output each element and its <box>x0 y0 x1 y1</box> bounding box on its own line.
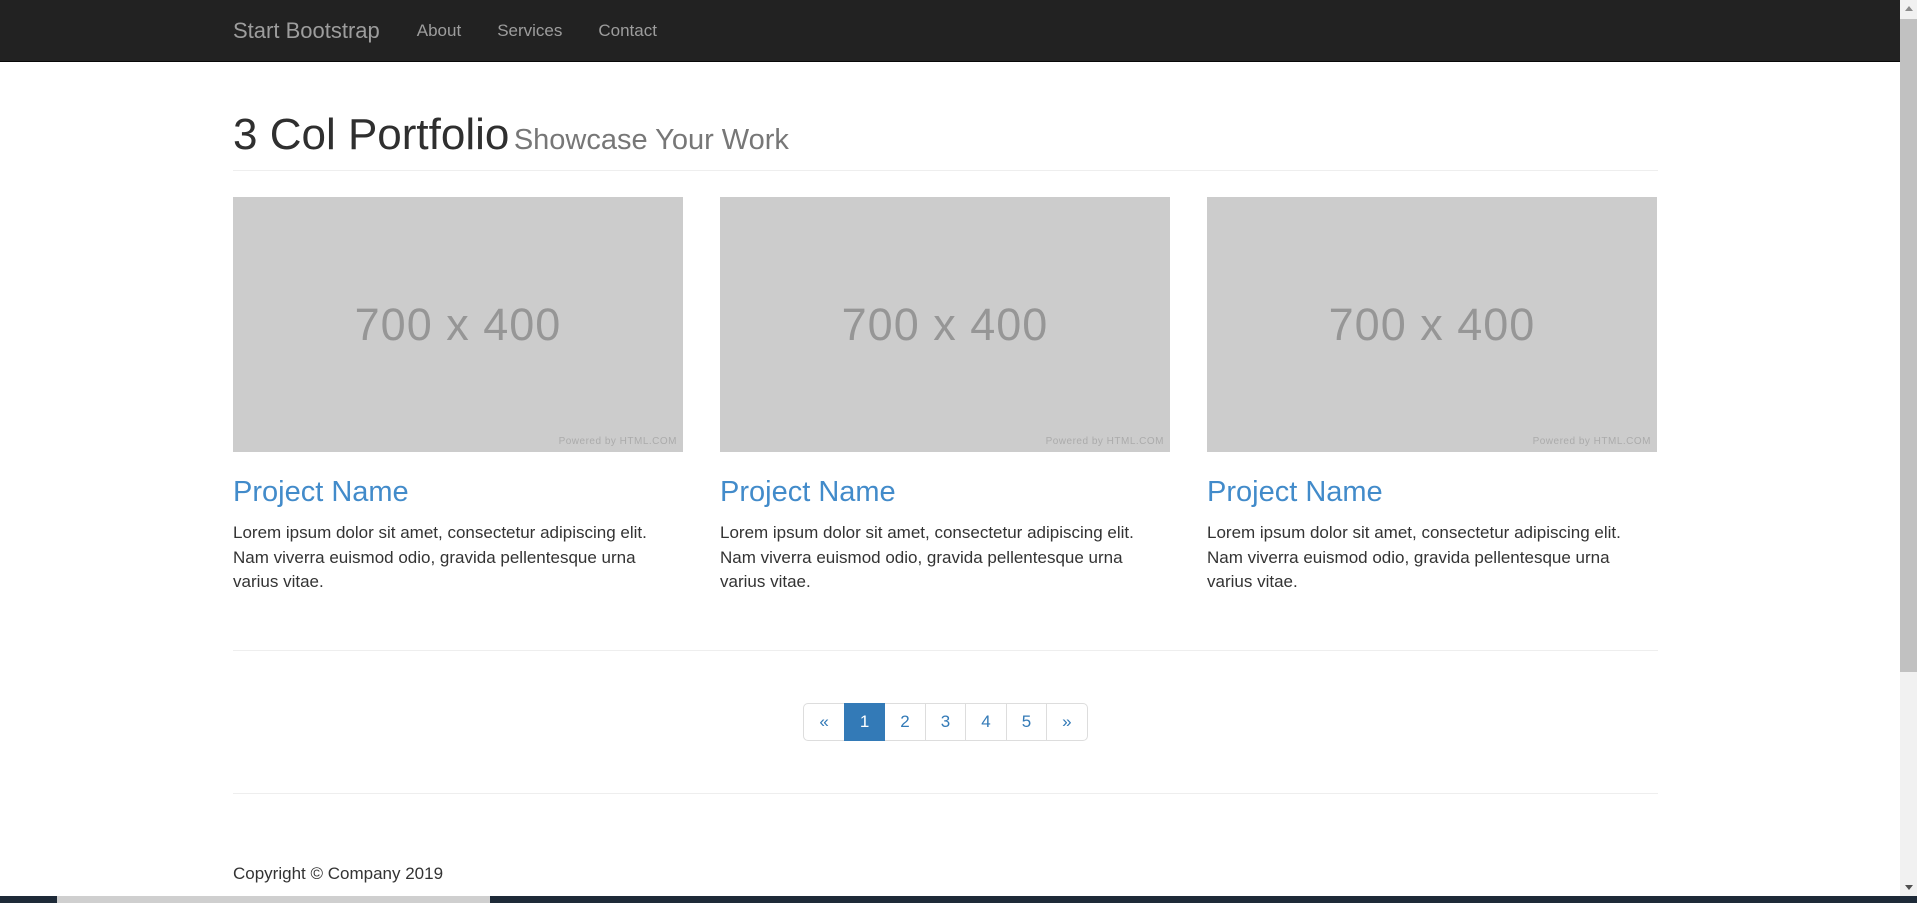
project-3-description: Lorem ipsum dolor sit amet, consectetur … <box>1207 521 1657 594</box>
page-title: 3 Col Portfolio <box>233 110 509 159</box>
pagination-page-4-button[interactable]: 4 <box>965 703 1006 741</box>
project-1-thumbnail-link[interactable]: 700 x 400 Powered by HTML.COM <box>233 197 683 452</box>
project-3-title-link[interactable]: Project Name <box>1207 476 1383 509</box>
page-footer: Copyright © Company 2019 <box>233 864 1658 884</box>
pagination-page-5-button[interactable]: 5 <box>1006 703 1047 741</box>
project-3-thumbnail-link[interactable]: 700 x 400 Powered by HTML.COM <box>1207 197 1657 452</box>
navbar-container: Start Bootstrap About Services Contact <box>233 0 675 62</box>
pagination-page-3-button[interactable]: 3 <box>925 703 966 741</box>
portfolio-card-3: 700 x 400 Powered by HTML.COM Project Na… <box>1207 197 1657 594</box>
page-subtitle: Showcase Your Work <box>514 124 789 156</box>
bottom-edge-bar-segment <box>57 896 490 903</box>
copyright-text: Copyright © Company 2019 <box>233 864 1658 884</box>
pagination-wrapper: « 1 2 3 4 5 » <box>233 703 1658 741</box>
main-container: 3 Col Portfolio Showcase Your Work 700 x… <box>233 111 1658 884</box>
portfolio-card-1: 700 x 400 Powered by HTML.COM Project Na… <box>233 197 683 594</box>
scroll-down-button[interactable] <box>1900 879 1917 896</box>
nav-link-services[interactable]: Services <box>479 0 580 62</box>
nav-link-about[interactable]: About <box>399 0 479 62</box>
project-2-thumbnail-link[interactable]: 700 x 400 Powered by HTML.COM <box>720 197 1170 452</box>
placeholder-size-label: 700 x 400 <box>355 299 562 351</box>
pagination: « 1 2 3 4 5 » <box>803 703 1087 741</box>
portfolio-card-2: 700 x 400 Powered by HTML.COM Project Na… <box>720 197 1170 594</box>
webpage: Start Bootstrap About Services Contact 3… <box>0 0 1900 896</box>
divider-above-pagination <box>233 650 1658 651</box>
scroll-up-button[interactable] <box>1900 0 1917 17</box>
nav-link-contact[interactable]: Contact <box>580 0 675 62</box>
top-navbar: Start Bootstrap About Services Contact <box>0 0 1900 62</box>
vertical-scrollbar[interactable] <box>1900 0 1917 896</box>
pagination-next-button[interactable]: » <box>1046 703 1087 741</box>
browser-viewport: Start Bootstrap About Services Contact 3… <box>0 0 1917 903</box>
project-2-title-link[interactable]: Project Name <box>720 476 896 509</box>
navbar-brand-link[interactable]: Start Bootstrap <box>233 18 380 44</box>
divider-above-footer <box>233 793 1658 794</box>
navbar-links: About Services Contact <box>399 0 675 62</box>
page-subtitle-text: Showcase Your Work <box>514 124 789 156</box>
placeholder-watermark: Powered by HTML.COM <box>1533 436 1651 447</box>
placeholder-watermark: Powered by HTML.COM <box>559 436 677 447</box>
pagination-page-1-button[interactable]: 1 <box>844 703 885 741</box>
scroll-up-icon <box>1905 6 1913 11</box>
scroll-down-icon <box>1905 885 1913 890</box>
pagination-prev-button[interactable]: « <box>803 703 844 741</box>
vertical-scrollbar-thumb[interactable] <box>1900 19 1917 672</box>
placeholder-size-label: 700 x 400 <box>842 299 1049 351</box>
project-1-description: Lorem ipsum dolor sit amet, consectetur … <box>233 521 683 594</box>
pagination-page-2-button[interactable]: 2 <box>884 703 925 741</box>
bottom-edge-bar <box>0 896 1917 903</box>
portfolio-row: 700 x 400 Powered by HTML.COM Project Na… <box>233 197 1658 594</box>
project-1-title-link[interactable]: Project Name <box>233 476 409 509</box>
placeholder-size-label: 700 x 400 <box>1329 299 1536 351</box>
page-header: 3 Col Portfolio Showcase Your Work <box>233 111 1658 171</box>
project-2-description: Lorem ipsum dolor sit amet, consectetur … <box>720 521 1170 594</box>
placeholder-watermark: Powered by HTML.COM <box>1046 436 1164 447</box>
